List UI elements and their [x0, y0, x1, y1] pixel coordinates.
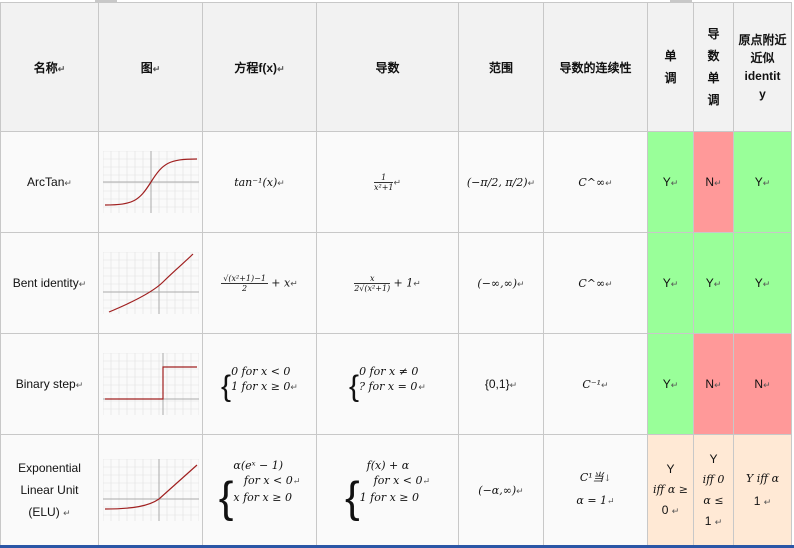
header-monotonic: 单调 — [647, 2, 694, 132]
row-equation: tan⁻¹(x)↵ — [202, 131, 317, 233]
arctan-graph-icon — [102, 151, 199, 213]
binary-step-graph-icon — [102, 353, 199, 415]
row-derivative-monotonic: Yiff 0α ≤1 ↵ — [693, 434, 734, 546]
row-graph — [98, 434, 203, 546]
header-identity: 原点附近近似 identit y — [733, 2, 792, 132]
row-graph — [98, 131, 203, 233]
header-char: 原点附近 — [738, 33, 787, 47]
header-continuity: 导数的连续性 — [543, 2, 648, 132]
row-monotonic: Y↵ — [647, 131, 694, 233]
row-derivative: 1 x²+1 ↵ — [316, 131, 459, 233]
row-derivative-monotonic: Y↵ — [693, 232, 734, 334]
elu-graph-icon — [102, 459, 199, 521]
row-continuity: C¹当↓ α = 1↵ — [543, 434, 648, 546]
header-char: 调 — [664, 71, 677, 85]
row-equation: {α(eˣ − 1) for x < 0↵ x for x ≥ 0 — [202, 434, 317, 546]
header-char: 调 — [707, 93, 720, 107]
header-graph: 图↵ — [98, 2, 203, 132]
row-range: (−∞,∞)↵ — [458, 232, 544, 334]
row-identity: N↵ — [733, 333, 792, 435]
header-char: 近似 — [750, 51, 775, 65]
table-row: ArcTan↵ tan⁻¹(x)↵ 1 x²+1 ↵ (−π/2, π/2)↵ C^… — [0, 131, 792, 233]
row-range: {0,1}↵ — [458, 333, 544, 435]
row-graph — [98, 333, 203, 435]
row-range: (−π/2, π/2)↵ — [458, 131, 544, 233]
row-equation: √(x²+1)−1 2 + x↵ — [202, 232, 317, 334]
row-name: Exponential Linear Unit (ELU) ↵ — [0, 434, 99, 546]
row-derivative: {0 for x ≠ 0? for x = 0↵ — [316, 333, 459, 435]
row-continuity: C⁻¹↵ — [543, 333, 648, 435]
row-name: Binary step↵ — [0, 333, 99, 435]
row-derivative: x 2√(x²+1) + 1↵ — [316, 232, 459, 334]
header-derivative: 导数 — [316, 2, 459, 132]
header-range: 范围 — [458, 2, 544, 132]
header-char: identit — [744, 69, 781, 83]
row-continuity: C^∞↵ — [543, 232, 648, 334]
row-identity: Y↵ — [733, 131, 792, 233]
row-derivative-monotonic: N↵ — [693, 131, 734, 233]
row-identity: Y iff α1 ↵ — [733, 434, 792, 546]
table-row: Exponential Linear Unit (ELU) ↵ {α(eˣ − 1)… — [0, 434, 792, 546]
row-range: (−α,∞)↵ — [458, 434, 544, 546]
table-row: Bent identity↵ √(x²+1)−1 2 + x↵ x 2√(x²+1)… — [0, 232, 792, 334]
activation-functions-table: 名称↵ 图↵ 方程f(x)↵ 导数 范围 导数的连续性 单调 导数单调 原点附近… — [0, 2, 792, 546]
header-char: 单 — [664, 49, 677, 63]
header-derivative-monotonic: 导数单调 — [693, 2, 734, 132]
header-char: 单 — [707, 71, 720, 85]
row-name: Bent identity↵ — [0, 232, 99, 334]
header-equation: 方程f(x)↵ — [202, 2, 317, 132]
row-continuity: C^∞↵ — [543, 131, 648, 233]
row-monotonic: Y↵ — [647, 232, 694, 334]
header-char: 导 — [707, 27, 720, 41]
row-graph — [98, 232, 203, 334]
table-row: Binary step↵ {0 for x < 01 for x ≥ 0↵ {0… — [0, 333, 792, 435]
row-name: ArcTan↵ — [0, 131, 99, 233]
row-derivative-monotonic: N↵ — [693, 333, 734, 435]
row-monotonic: Y↵ — [647, 333, 694, 435]
row-identity: Y↵ — [733, 232, 792, 334]
header-row: 名称↵ 图↵ 方程f(x)↵ 导数 范围 导数的连续性 单调 导数单调 原点附近… — [0, 2, 792, 132]
bent-identity-graph-icon — [102, 252, 199, 314]
row-equation: {0 for x < 01 for x ≥ 0↵ — [202, 333, 317, 435]
header-char: 数 — [707, 49, 720, 63]
row-monotonic: Yiff α ≥0 ↵ — [647, 434, 694, 546]
header-name: 名称↵ — [0, 2, 99, 132]
row-derivative: { f(x) + α for x < 0↵ 1 for x ≥ 0 — [316, 434, 459, 546]
header-char: y — [759, 87, 766, 101]
